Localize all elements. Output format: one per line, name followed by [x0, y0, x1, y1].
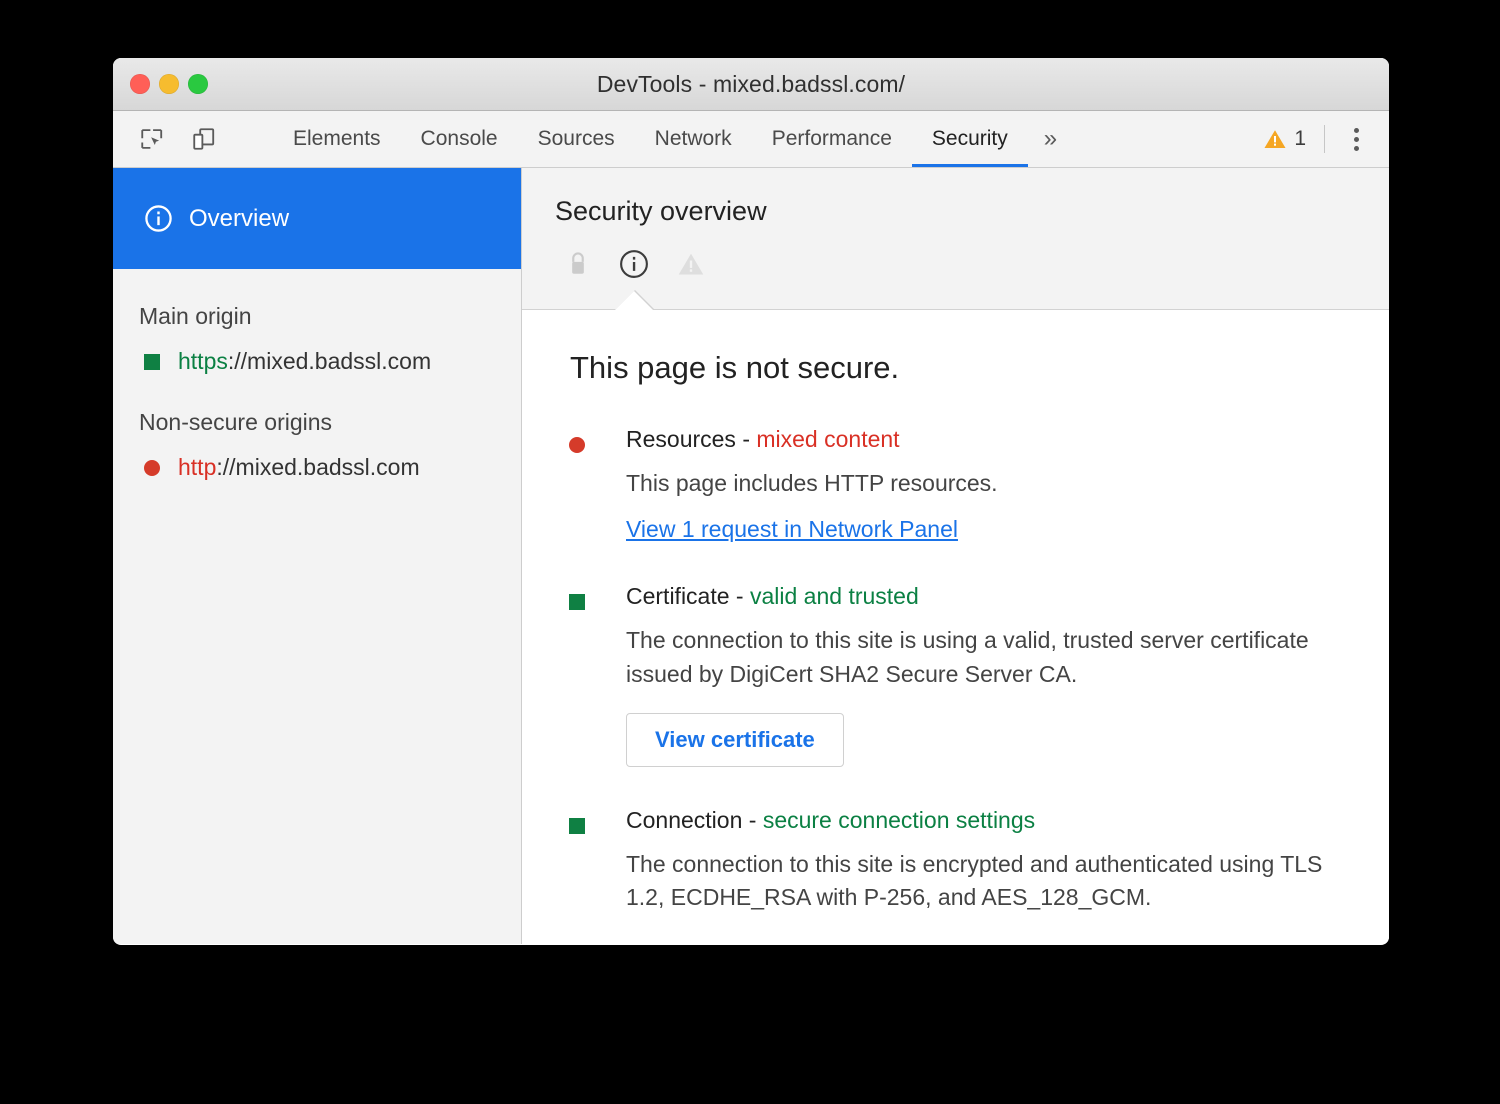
green-square-icon: [569, 818, 585, 834]
explanation-text: The connection to this site is using a v…: [626, 624, 1349, 691]
warning-triangle-icon: [1263, 128, 1287, 150]
inspect-element-button[interactable]: [135, 122, 169, 156]
more-tabs-button[interactable]: »: [1028, 111, 1073, 167]
panel-tabs: Elements Console Sources Network Perform…: [273, 111, 1073, 167]
selected-state-pointer: [615, 291, 653, 310]
origin-scheme: http: [178, 454, 216, 480]
explanation-body: Connection - secure connection settings …: [626, 807, 1349, 915]
explanation-body: Resources - mixed content This page incl…: [626, 426, 1349, 543]
window-controls: [130, 74, 208, 94]
window-title: DevTools - mixed.badssl.com/: [113, 71, 1389, 98]
explanation-status: mixed content: [756, 426, 899, 452]
explanation-title: Connection - secure connection settings: [626, 807, 1349, 834]
origin-scheme: https: [178, 348, 228, 374]
warning-state-button[interactable]: [677, 251, 705, 277]
sidebar-group-main-origin: Main origin: [113, 269, 521, 330]
minimize-button[interactable]: [159, 74, 179, 94]
page-title: Security overview: [555, 196, 1389, 227]
sidebar-group-non-secure-origins: Non-secure origins: [113, 375, 521, 436]
lock-state-button[interactable]: [565, 250, 591, 278]
view-certificate-button[interactable]: View certificate: [626, 713, 844, 767]
explanation-status: valid and trusted: [750, 583, 919, 609]
main-menu-button[interactable]: [1341, 122, 1371, 156]
security-panel-header: Security overview: [522, 168, 1389, 310]
sidebar-origin-url: https://mixed.badssl.com: [178, 348, 431, 375]
explanation-status: secure connection settings: [763, 807, 1035, 833]
red-circle-icon: [569, 437, 585, 453]
green-square-icon: [569, 594, 585, 610]
sidebar-origin-secure[interactable]: https://mixed.badssl.com: [113, 330, 521, 375]
security-summary: This page is not secure.: [570, 350, 1349, 386]
kebab-dot: [1354, 146, 1359, 151]
red-circle-icon: [144, 460, 160, 476]
tab-performance[interactable]: Performance: [752, 111, 912, 167]
lock-icon: [565, 250, 591, 278]
explanation-title-prefix: Certificate -: [626, 583, 750, 609]
tab-console[interactable]: Console: [401, 111, 518, 167]
explanation-marker: [569, 807, 626, 915]
explanation-title: Certificate - valid and trusted: [626, 583, 1349, 610]
explanation-title: Resources - mixed content: [626, 426, 1349, 453]
security-state-icons: [555, 249, 1389, 279]
toolbar-right: 1: [1263, 111, 1389, 167]
inspect-element-icon: [139, 126, 165, 152]
green-square-icon: [144, 354, 160, 370]
tab-network[interactable]: Network: [635, 111, 752, 167]
origin-host: ://mixed.badssl.com: [216, 454, 419, 480]
devtools-window: DevTools - mixed.badssl.com/ Elements Co…: [113, 58, 1389, 945]
security-sidebar: Overview Main origin https://mixed.badss…: [113, 168, 522, 944]
tab-sources[interactable]: Sources: [518, 111, 635, 167]
device-toolbar-icon: [191, 126, 217, 152]
origin-host: ://mixed.badssl.com: [228, 348, 431, 374]
explanation-title-prefix: Connection -: [626, 807, 763, 833]
devtools-content: Overview Main origin https://mixed.badss…: [113, 168, 1389, 944]
kebab-dot: [1354, 137, 1359, 142]
explanation-certificate: Certificate - valid and trusted The conn…: [569, 583, 1349, 767]
warning-triangle-icon: [677, 251, 705, 277]
sidebar-overview-label: Overview: [189, 205, 289, 233]
kebab-dot: [1354, 128, 1359, 133]
explanation-marker: [569, 426, 626, 543]
warning-badge[interactable]: 1: [1263, 127, 1306, 151]
info-circle-icon: [144, 204, 173, 233]
devtools-toolbar: Elements Console Sources Network Perform…: [113, 111, 1389, 168]
close-button[interactable]: [130, 74, 150, 94]
info-circle-icon: [619, 249, 649, 279]
security-main-panel: Security overview: [522, 168, 1389, 944]
explanation-text: The connection to this site is encrypted…: [626, 848, 1349, 915]
zoom-button[interactable]: [188, 74, 208, 94]
explanation-title-prefix: Resources -: [626, 426, 756, 452]
warning-count: 1: [1294, 127, 1306, 151]
sidebar-item-overview[interactable]: Overview: [113, 168, 521, 269]
sidebar-origin-url: http://mixed.badssl.com: [178, 454, 420, 481]
toolbar-left-icons: [135, 111, 273, 167]
explanation-text: This page includes HTTP resources.: [626, 467, 1349, 500]
device-toolbar-button[interactable]: [187, 122, 221, 156]
view-requests-link[interactable]: View 1 request in Network Panel: [626, 516, 958, 543]
window-titlebar: DevTools - mixed.badssl.com/: [113, 58, 1389, 111]
sidebar-origin-insecure[interactable]: http://mixed.badssl.com: [113, 436, 521, 481]
explanation-body: Certificate - valid and trusted The conn…: [626, 583, 1349, 767]
explanation-resources: Resources - mixed content This page incl…: [569, 426, 1349, 543]
toolbar-right-divider: [1324, 125, 1325, 153]
tab-security[interactable]: Security: [912, 111, 1028, 167]
tab-elements[interactable]: Elements: [273, 111, 401, 167]
info-state-button[interactable]: [619, 249, 649, 279]
explanation-marker: [569, 583, 626, 767]
explanation-connection: Connection - secure connection settings …: [569, 807, 1349, 915]
security-explanations: This page is not secure. Resources - mix…: [522, 310, 1389, 944]
